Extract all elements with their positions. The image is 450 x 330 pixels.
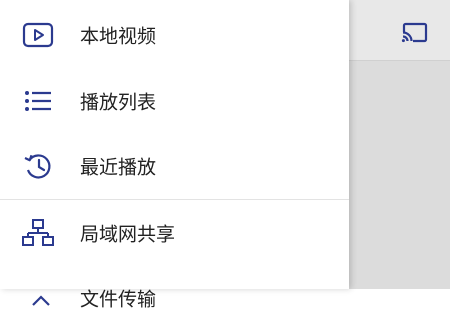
cast-icon[interactable]: [401, 22, 429, 44]
drawer-divider: [0, 199, 349, 200]
network-share-icon: [20, 218, 56, 248]
main-area-scrim[interactable]: [349, 0, 450, 289]
drawer-item-recent[interactable]: 最近播放: [0, 134, 349, 198]
drawer-item-label: 本地视频: [80, 25, 157, 48]
drawer-item-label: 播放列表: [80, 91, 157, 114]
video-icon: [20, 20, 56, 50]
transfer-icon: [20, 283, 56, 313]
navigation-drawer: 本地视频 播放列表 最近播放 局域网共享 文件传输: [0, 0, 349, 311]
drawer-item-file-transfer[interactable]: 文件传输: [0, 266, 349, 330]
drawer-item-lan-share[interactable]: 局域网共享: [0, 201, 349, 265]
playlist-icon: [20, 86, 56, 116]
drawer-item-local-video[interactable]: 本地视频: [0, 3, 349, 67]
drawer-item-label: 最近播放: [80, 156, 157, 179]
app-toolbar: [349, 0, 450, 61]
history-icon: [20, 151, 56, 181]
drawer-item-label: 局域网共享: [80, 223, 176, 246]
drawer-item-playlist[interactable]: 播放列表: [0, 69, 349, 133]
